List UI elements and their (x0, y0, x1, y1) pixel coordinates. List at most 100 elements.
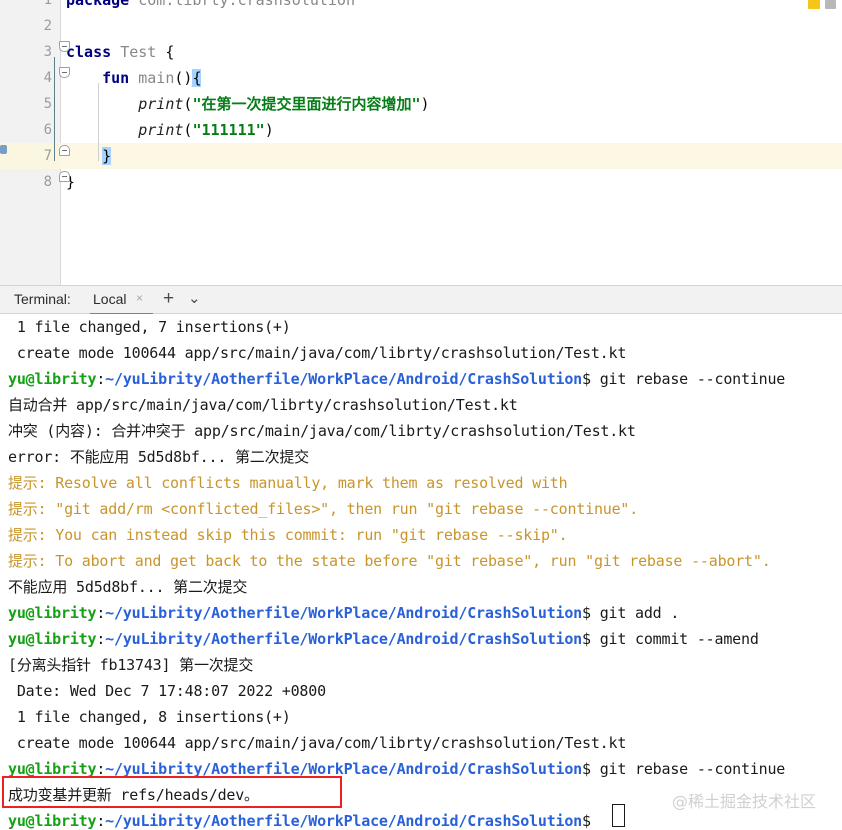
terminal-segment: ~/yuLibrity/Aotherfile/WorkPlace/Android… (105, 630, 583, 648)
code-line[interactable]: 3 class Test { (0, 39, 842, 65)
line-number: 6 (43, 122, 52, 138)
code-token: fun (66, 69, 139, 87)
terminal-line: yu@librity:~/yuLibrity/Aotherfile/WorkPl… (8, 808, 600, 830)
terminal-tab-label: Local (93, 291, 127, 307)
terminal-line: 1 file changed, 8 insertions(+) (8, 704, 291, 730)
terminal-segment: 自动合并 app/src/main/java/com/librty/crashs… (8, 396, 518, 414)
terminal-segment: 冲突 (内容): 合并冲突于 app/src/main/java/com/lib… (8, 422, 636, 440)
terminal-segment: $ git rebase --continue (582, 370, 786, 388)
line-marker-icon[interactable] (0, 145, 7, 154)
terminal-segment: ~/yuLibrity/Aotherfile/WorkPlace/Android… (105, 604, 583, 622)
watermark-text: @稀土掘金技术社区 (672, 792, 817, 811)
terminal-segment: 提示: Resolve all conflicts manually, mark… (8, 474, 568, 492)
terminal-tab-local[interactable]: Local (93, 289, 126, 314)
code-token: main (138, 69, 175, 87)
code-editor-pane[interactable]: 1 package com.librty.crashsolution 2 3 class… (0, 0, 842, 285)
code-line-text: class Test { (66, 39, 174, 65)
terminal-line: 不能应用 5d5d8bf... 第二次提交 (8, 574, 247, 600)
terminal-line: create mode 100644 app/src/main/java/com… (8, 340, 627, 366)
indent-guide-active (54, 57, 55, 161)
code-lines-container[interactable]: 1 package com.librty.crashsolution 2 3 class… (0, 0, 842, 285)
code-line[interactable]: 4 fun main(){ (0, 65, 842, 91)
fold-marker-fun-end[interactable] (59, 145, 70, 156)
code-line-text: fun main(){ (66, 65, 202, 91)
fold-marker-class-end[interactable] (59, 171, 70, 182)
code-line[interactable]: 6 print("111111") (0, 117, 842, 143)
line-number: 5 (43, 96, 52, 112)
inspection-gear-icon[interactable] (825, 0, 836, 9)
line-number: 1 (43, 0, 52, 8)
code-line[interactable]: 2 (0, 13, 842, 39)
terminal-line: yu@librity:~/yuLibrity/Aotherfile/WorkPl… (8, 626, 759, 652)
annotation-highlight-box (2, 776, 342, 808)
terminal-segment: ~/yuLibrity/Aotherfile/WorkPlace/Android… (105, 370, 583, 388)
terminal-line: create mode 100644 app/src/main/java/com… (8, 730, 627, 756)
fold-marker-class[interactable] (59, 41, 70, 52)
line-number: 3 (43, 44, 52, 60)
terminal-line: yu@librity:~/yuLibrity/Aotherfile/WorkPl… (8, 600, 679, 626)
code-token: ) (264, 121, 274, 139)
code-token: } (102, 147, 112, 165)
terminal-segment: 1 file changed, 7 insertions(+) (8, 318, 291, 336)
terminal-segment: error: 不能应用 5d5d8bf... 第二次提交 (8, 448, 309, 466)
terminal-segment: : (96, 604, 106, 622)
indent-guide (98, 83, 99, 161)
terminal-segment: ~/yuLibrity/Aotherfile/WorkPlace/Android… (105, 812, 583, 830)
code-line[interactable]: 5 print("在第一次提交里面进行内容增加") (0, 91, 842, 117)
code-line[interactable]: 1 package com.librty.crashsolution (0, 0, 842, 13)
code-token: class (66, 43, 121, 61)
terminal-segment: 提示: You can instead skip this commit: ru… (8, 526, 568, 544)
terminal-segment: 提示: "git add/rm <conflicted_files>", the… (8, 500, 639, 518)
code-line-text: package com.librty.crashsolution (66, 0, 355, 13)
code-token: "111111" (192, 121, 265, 139)
terminal-line: 1 file changed, 7 insertions(+) (8, 314, 291, 340)
terminal-segment: $ git rebase --continue (582, 760, 786, 778)
terminal-tool-window-header[interactable]: Terminal: Local × + ⌄ (0, 285, 842, 315)
chevron-down-icon[interactable]: ⌄ (188, 289, 201, 307)
terminal-line: 自动合并 app/src/main/java/com/librty/crashs… (8, 392, 518, 418)
terminal-segment: yu@librity (8, 370, 97, 388)
terminal-line: [分离头指针 fb13743] 第一次提交 (8, 652, 253, 678)
terminal-title: Terminal: (14, 291, 71, 307)
code-token: { (192, 69, 202, 87)
terminal-segment: 1 file changed, 8 insertions(+) (8, 708, 291, 726)
terminal-segment: $ (582, 812, 600, 830)
terminal-line: 提示: You can instead skip this commit: ru… (8, 522, 568, 548)
code-token: Test (120, 43, 157, 61)
code-line-text: print("在第一次提交里面进行内容增加") (66, 91, 430, 117)
code-token: print (66, 121, 184, 139)
code-line[interactable]: 8} (0, 169, 842, 195)
code-token: package (66, 0, 139, 9)
code-line[interactable]: 7 } (0, 143, 842, 169)
terminal-segment: 提示: To abort and get back to the state b… (8, 552, 771, 570)
terminal-segment: yu@librity (8, 812, 97, 830)
code-token: "在第一次提交里面进行内容增加" (192, 95, 421, 113)
ide-window: 1 package com.librty.crashsolution 2 3 class… (0, 0, 842, 830)
code-token: { (156, 43, 175, 61)
code-token: com.librty.crashsolution (138, 0, 355, 9)
fold-marker-fun[interactable] (59, 67, 70, 78)
terminal-line: 冲突 (内容): 合并冲突于 app/src/main/java/com/lib… (8, 418, 636, 444)
terminal-segment: yu@librity (8, 604, 97, 622)
terminal-segment: create mode 100644 app/src/main/java/com… (8, 344, 627, 362)
terminal-segment: yu@librity (8, 630, 97, 648)
code-token: ) (420, 95, 430, 113)
terminal-line: 提示: To abort and get back to the state b… (8, 548, 771, 574)
terminal-line: 提示: "git add/rm <conflicted_files>", the… (8, 496, 638, 522)
terminal-segment: : (96, 812, 106, 830)
close-icon[interactable]: × (136, 291, 143, 305)
add-terminal-icon[interactable]: + (163, 288, 174, 310)
line-number: 8 (43, 174, 52, 190)
terminal-segment: $ git add . (582, 604, 680, 622)
terminal-output[interactable]: 1 file changed, 7 insertions(+) create m… (0, 314, 842, 830)
terminal-segment: [分离头指针 fb13743] 第一次提交 (8, 656, 254, 674)
terminal-segment: create mode 100644 app/src/main/java/com… (8, 734, 627, 752)
code-token: print (66, 95, 184, 113)
code-token: () (174, 69, 193, 87)
terminal-line: Date: Wed Dec 7 17:48:07 2022 +0800 (8, 678, 326, 704)
terminal-segment: : (96, 630, 106, 648)
line-number: 2 (43, 18, 52, 34)
terminal-segment: 不能应用 5d5d8bf... 第二次提交 (8, 578, 248, 596)
warning-icon[interactable] (808, 0, 820, 9)
